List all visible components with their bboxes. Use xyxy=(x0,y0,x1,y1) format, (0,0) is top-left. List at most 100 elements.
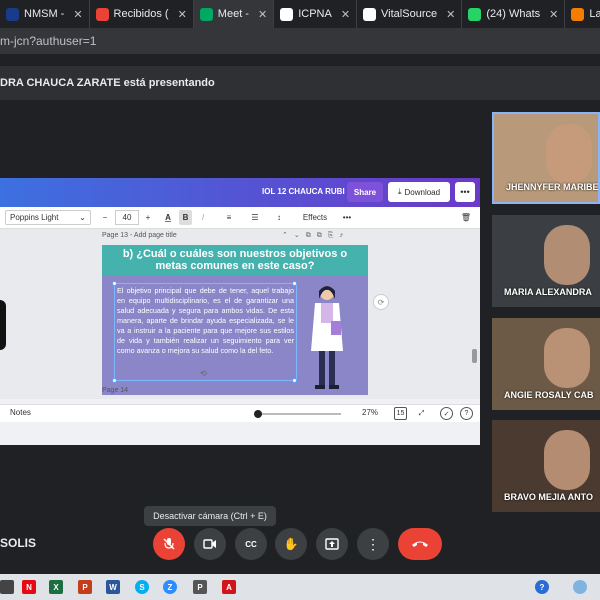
list-icon[interactable]: ☰ xyxy=(248,210,262,225)
present-icon[interactable] xyxy=(316,528,348,560)
browser-tab[interactable]: Las 17 Le✕ xyxy=(565,0,600,28)
page13-label[interactable]: Page 13 - Add page title xyxy=(102,232,177,239)
check-icon[interactable]: ✓ xyxy=(440,407,453,420)
browser-tab[interactable]: VitalSource ✕ xyxy=(357,0,463,28)
refresh-icon[interactable]: ⟳ xyxy=(373,294,389,310)
canvas-workspace: Page 13 - Add page title ⌃⌄⧉⧉⎘⤴ b) ¿Cuál… xyxy=(0,229,480,399)
address-bar[interactable]: m-jcn?authuser=1 xyxy=(0,28,600,54)
presenting-text: DRA CHAUCA ZARATE está presentando xyxy=(0,77,215,89)
zoom-slider[interactable] xyxy=(258,413,341,415)
page-tools-icon[interactable]: ⌃⌄⧉⧉⎘⤴ xyxy=(282,231,349,240)
close-tab-icon[interactable]: ✕ xyxy=(549,8,558,21)
browser-tab-label: Las 17 Le xyxy=(589,8,600,20)
participant-tile[interactable]: ANGIE ROSALY CAB xyxy=(492,318,600,410)
whatsapp-icon xyxy=(468,7,482,21)
browser-tab[interactable]: Recibidos (✕ xyxy=(90,0,194,28)
download-label: Download xyxy=(404,187,441,197)
page-count-icon[interactable]: 15 xyxy=(394,407,407,420)
resize-handle[interactable] xyxy=(112,281,117,286)
netflix-icon[interactable]: N xyxy=(22,580,36,594)
more-icon[interactable]: ••• xyxy=(340,210,354,225)
camera-tooltip: Desactivar cámara (Ctrl + E) xyxy=(144,506,276,526)
close-tab-icon[interactable]: ✕ xyxy=(258,8,267,21)
spacing-icon[interactable]: ↕ xyxy=(272,210,286,225)
participant-tile[interactable]: BRAVO MEJIA ANTO xyxy=(492,420,600,512)
help-icon[interactable]: ? xyxy=(460,407,473,420)
bold-icon[interactable]: B xyxy=(179,210,192,225)
pdf-app-icon[interactable]: P xyxy=(193,580,207,594)
participant-tile[interactable]: JHENNYFER MARIBE xyxy=(492,112,600,204)
more-vert-icon[interactable]: ⋮ xyxy=(357,528,389,560)
side-panel-toggle[interactable] xyxy=(0,300,6,350)
share-button[interactable]: Share xyxy=(347,182,383,202)
participant-tile[interactable]: MARIA ALEXANDRA xyxy=(492,215,600,307)
browser-tab[interactable]: Meet - ✕ xyxy=(193,0,275,28)
download-button[interactable]: ⤓ Download xyxy=(388,182,450,202)
notes-button[interactable]: Notes xyxy=(10,408,31,417)
shared-screen: IOL 12 CHAUCA RUBI Share ⤓ Download ••• … xyxy=(0,178,480,445)
trash-icon[interactable]: 🗑 xyxy=(460,210,472,225)
italic-icon[interactable]: I xyxy=(197,210,209,225)
powerpoint-icon[interactable]: P xyxy=(78,580,92,594)
page14-label[interactable]: Page 14 xyxy=(102,387,128,394)
increase-size-button[interactable]: + xyxy=(143,210,153,225)
hangup-icon[interactable] xyxy=(398,528,442,560)
participant-name: ANGIE ROSALY CAB xyxy=(504,390,594,400)
presenting-banner: DRA CHAUCA ZARATE está presentando xyxy=(0,66,600,100)
browser-tab-bar: NMSM - ✕ Recibidos (✕ Meet - ✕ ICPNA ✕ VitalSou… xyxy=(0,0,600,28)
raise-hand-icon[interactable]: ✋ xyxy=(275,528,307,560)
onedrive-icon[interactable] xyxy=(573,580,587,594)
browser-tab[interactable]: ICPNA ✕ xyxy=(274,0,358,28)
participant-video xyxy=(544,430,590,490)
text-color-icon[interactable]: A xyxy=(161,210,175,225)
close-tab-icon[interactable]: ✕ xyxy=(341,8,350,21)
browser-tab[interactable]: (24) Whats ✕ xyxy=(462,0,566,28)
camera-icon[interactable] xyxy=(194,528,226,560)
unmsm-icon xyxy=(6,7,19,21)
canva-header: IOL 12 CHAUCA RUBI Share ⤓ Download ••• xyxy=(0,178,480,207)
taskbar: N X P W S Z P A ? xyxy=(0,574,600,600)
effects-button[interactable]: Effects xyxy=(300,210,330,225)
blogger-icon xyxy=(571,7,585,21)
align-icon[interactable]: ≡ xyxy=(222,210,236,225)
skype-icon[interactable]: S xyxy=(135,580,149,594)
close-tab-icon[interactable]: ✕ xyxy=(73,8,82,21)
browser-tab-label: NMSM - xyxy=(24,8,65,20)
fullscreen-icon[interactable]: ⤢ xyxy=(415,407,428,420)
excel-icon[interactable]: X xyxy=(49,580,63,594)
help-tray-icon[interactable]: ? xyxy=(535,580,549,594)
browser-tab-label: VitalSource xyxy=(381,8,438,20)
rotate-icon[interactable]: ⟲ xyxy=(200,369,207,378)
self-name: SOLIS xyxy=(0,536,37,550)
acrobat-icon[interactable]: A xyxy=(222,580,236,594)
participant-name: MARIA ALEXANDRA xyxy=(504,287,592,297)
captions-icon[interactable]: CC xyxy=(235,528,267,560)
close-tab-icon[interactable]: ✕ xyxy=(178,8,187,21)
font-size-input[interactable]: 40 xyxy=(115,210,139,225)
slide-body-text[interactable]: El objetivo principal que debe de tener,… xyxy=(114,283,297,381)
zoom-slider-knob[interactable] xyxy=(254,410,262,418)
slide-title: b) ¿Cuál o cuáles son nuestros objetivos… xyxy=(102,245,368,275)
more-options-icon[interactable]: ••• xyxy=(455,182,475,202)
scrollbar-thumb[interactable] xyxy=(472,349,477,363)
participant-name: BRAVO MEJIA ANTO xyxy=(504,492,594,502)
zoom-icon[interactable]: Z xyxy=(163,580,177,594)
decrease-size-button[interactable]: − xyxy=(100,210,110,225)
meet-icon xyxy=(199,7,213,21)
vitalsource-icon xyxy=(363,7,377,21)
mic-off-icon[interactable] xyxy=(153,528,185,560)
doctor-illustration xyxy=(311,286,343,389)
doc-title[interactable]: IOL 12 CHAUCA RUBI xyxy=(262,187,345,196)
browser-tab[interactable]: NMSM - ✕ xyxy=(0,0,90,28)
word-icon[interactable]: W xyxy=(106,580,120,594)
taskbar-app-icon[interactable] xyxy=(0,580,14,594)
font-select[interactable]: Poppins Light ⌄ xyxy=(5,210,91,225)
browser-tab-label: ICPNA xyxy=(298,8,332,20)
slide[interactable]: b) ¿Cuál o cuáles son nuestros objetivos… xyxy=(102,245,368,395)
icpna-icon xyxy=(280,7,294,21)
browser-tab-label: Meet - xyxy=(217,8,249,20)
participant-video xyxy=(544,225,590,285)
close-tab-icon[interactable]: ✕ xyxy=(446,8,455,21)
resize-handle[interactable] xyxy=(112,378,117,383)
zoom-level[interactable]: 27% xyxy=(362,408,378,417)
